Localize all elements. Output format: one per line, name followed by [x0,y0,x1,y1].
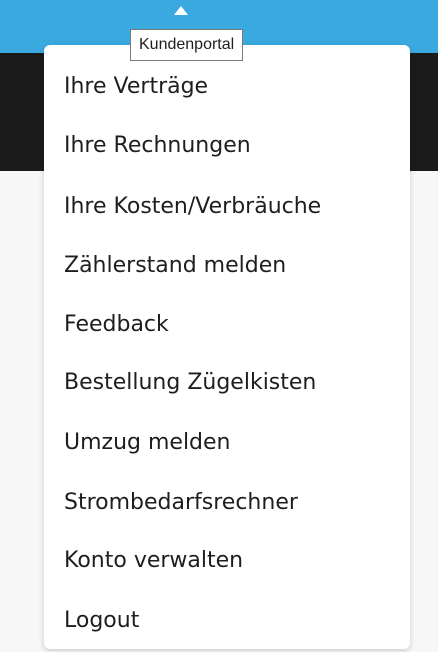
menu-item-umzug-melden[interactable]: Umzug melden [64,423,231,463]
menu-item-vertraege[interactable]: Ihre Verträge [64,67,208,107]
menu-item-kosten-verbraeuche[interactable]: Ihre Kosten/Verbräuche [64,187,321,227]
menu-item-strombedarfsrechner[interactable]: Strombedarfsrechner [64,483,298,523]
dropdown-caret-icon [174,6,188,15]
account-dropdown-menu: Ihre Verträge Ihre Rechnungen Ihre Koste… [44,45,410,649]
menu-item-bestellung-zuegelkisten[interactable]: Bestellung Zügelkisten [64,363,316,403]
menu-item-feedback[interactable]: Feedback [64,305,169,345]
menu-item-konto-verwalten[interactable]: Konto verwalten [64,541,243,581]
menu-item-rechnungen[interactable]: Ihre Rechnungen [64,126,251,166]
menu-item-zaehlerstand-melden[interactable]: Zählerstand melden [64,246,286,286]
kundenportal-tooltip: Kundenportal [130,29,244,61]
menu-item-logout[interactable]: Logout [64,601,139,641]
